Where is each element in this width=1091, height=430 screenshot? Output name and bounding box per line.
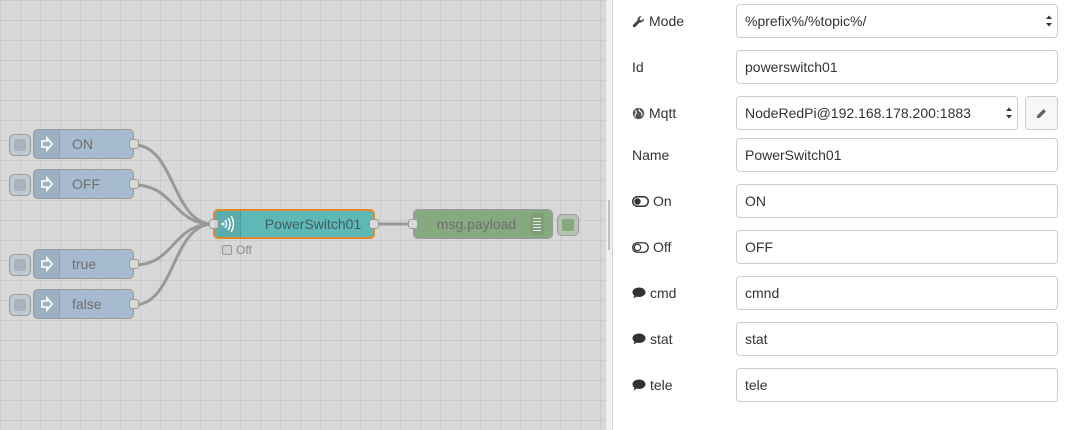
inject-node-true[interactable]: true	[9, 249, 139, 279]
tele-label: tele	[632, 368, 673, 402]
wire-off	[132, 183, 215, 226]
node-label: false	[72, 296, 102, 312]
debug-node[interactable]: msg.payload	[408, 209, 579, 239]
inject-arrow-icon	[34, 130, 60, 158]
cmd-label: cmd	[632, 276, 676, 310]
wire-true	[132, 222, 215, 267]
comment-icon	[632, 287, 646, 299]
off-row: Off	[613, 230, 1091, 264]
output-port[interactable]	[129, 299, 139, 309]
inject-trigger-button[interactable]	[9, 174, 31, 196]
output-port[interactable]	[369, 219, 379, 229]
status-dot-icon	[222, 245, 232, 255]
node-label: ON	[72, 136, 93, 152]
globe-icon	[632, 107, 645, 119]
cmd-input[interactable]	[736, 276, 1058, 310]
id-row: Id	[613, 50, 1091, 84]
id-input[interactable]	[736, 50, 1058, 84]
on-payload-input[interactable]	[736, 184, 1058, 218]
tele-row: tele	[613, 368, 1091, 402]
comment-icon	[632, 379, 646, 391]
output-port[interactable]	[129, 179, 139, 189]
inject-trigger-button[interactable]	[9, 254, 31, 276]
node-label: OFF	[72, 176, 100, 192]
toggle-on-icon	[632, 195, 649, 207]
cmd-row: cmd	[613, 276, 1091, 310]
panel-splitter[interactable]	[605, 0, 613, 430]
node-label: PowerSwitch01	[264, 216, 362, 232]
inject-trigger-button[interactable]	[9, 294, 31, 316]
inject-arrow-icon	[34, 250, 60, 278]
off-label: Off	[632, 230, 671, 264]
name-row: Name	[613, 138, 1091, 172]
signal-icon	[215, 211, 241, 237]
node-label: true	[72, 256, 97, 272]
off-payload-input[interactable]	[736, 230, 1058, 264]
inject-node-on[interactable]: ON	[9, 129, 139, 159]
wrench-icon	[632, 15, 644, 27]
mode-select[interactable]: %prefix%/%topic%/	[736, 4, 1058, 38]
node-status: Off	[222, 243, 252, 257]
debug-toggle-button[interactable]	[557, 214, 579, 236]
node-label: msg.payload	[436, 216, 517, 232]
node-edit-panel: Mode %prefix%/%topic%/ Id Mqtt NodeRedPi…	[613, 0, 1091, 430]
debug-list-icon	[530, 213, 544, 235]
name-input[interactable]	[736, 138, 1058, 172]
inject-node-off[interactable]: OFF	[9, 169, 139, 199]
mode-row: Mode %prefix%/%topic%/	[613, 4, 1091, 38]
toggle-off-icon	[632, 241, 649, 253]
inject-node-false[interactable]: false	[9, 289, 139, 319]
tele-input[interactable]	[736, 368, 1058, 402]
name-label: Name	[632, 147, 670, 163]
mqtt-switch-node[interactable]: PowerSwitch01	[209, 209, 379, 239]
on-label: On	[632, 184, 672, 218]
on-row: On	[613, 184, 1091, 218]
edit-broker-button[interactable]	[1025, 96, 1058, 130]
pencil-icon	[1037, 108, 1046, 118]
flow-canvas[interactable]: ON OFF true false PowerSwitch01 Off msg.…	[0, 0, 605, 430]
stat-input[interactable]	[736, 322, 1058, 356]
splitter-grip[interactable]	[608, 200, 610, 250]
select-arrows-icon	[1046, 15, 1052, 27]
output-port[interactable]	[129, 139, 139, 149]
inject-arrow-icon	[34, 170, 60, 198]
mqtt-label: Mqtt	[632, 96, 676, 130]
inject-arrow-icon	[34, 290, 60, 318]
id-label: Id	[632, 59, 644, 75]
status-text: Off	[236, 243, 252, 257]
select-arrows-icon	[1006, 107, 1012, 119]
output-port[interactable]	[129, 259, 139, 269]
mqtt-row: Mqtt NodeRedPi@192.168.178.200:1883	[613, 96, 1091, 130]
comment-icon	[632, 333, 646, 345]
mqtt-broker-select[interactable]: NodeRedPi@192.168.178.200:1883	[736, 96, 1018, 130]
stat-label: stat	[632, 322, 673, 356]
mode-label: Mode	[632, 4, 684, 38]
inject-trigger-button[interactable]	[9, 134, 31, 156]
stat-row: stat	[613, 322, 1091, 356]
wire-on	[132, 143, 215, 226]
